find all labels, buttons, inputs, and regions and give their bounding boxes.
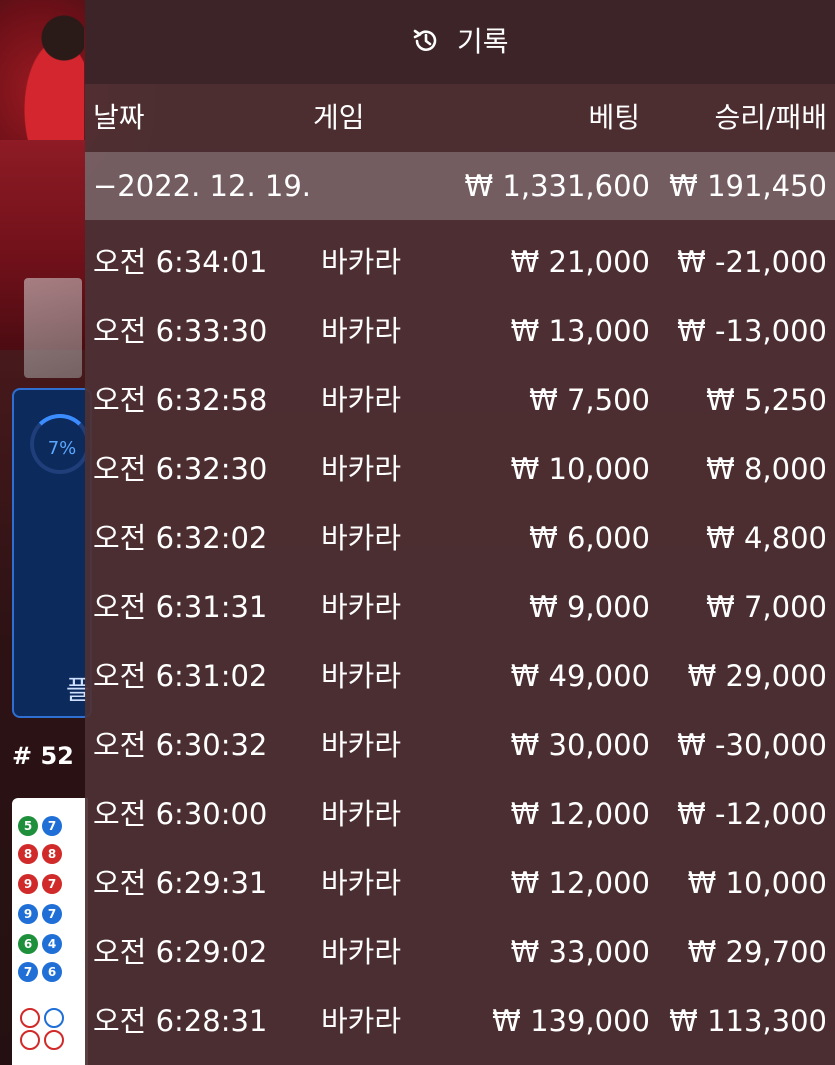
row-result: ₩ -21,000 <box>677 245 827 279</box>
road-cell: 5 <box>18 816 38 836</box>
history-list: 오전 6:34:01 바카라 ₩ 21,000 ₩ -21,000 오전 6:3… <box>85 228 835 1056</box>
row-time: 오전 6:34:01 <box>93 245 268 279</box>
row-time: 오전 6:29:02 <box>93 935 268 969</box>
row-result: ₩ 29,000 <box>687 659 827 693</box>
history-row[interactable]: 오전 6:32:58 바카라 ₩ 7,500 ₩ 5,250 <box>85 366 835 435</box>
row-bet: ₩ 7,500 <box>529 383 650 417</box>
panel-title: 기록 <box>457 25 509 58</box>
row-time: 오전 6:31:31 <box>93 590 268 624</box>
row-game: 바카라 <box>321 1004 402 1038</box>
panel-header: 기록 <box>85 0 835 84</box>
history-row[interactable]: 오전 6:30:32 바카라 ₩ 30,000 ₩ -30,000 <box>85 711 835 780</box>
row-game: 바카라 <box>321 866 402 900</box>
row-time: 오전 6:30:32 <box>93 728 268 762</box>
road-cell: 6 <box>18 934 38 954</box>
row-time: 오전 6:32:02 <box>93 521 268 555</box>
bet-timer-card[interactable]: 7% 플 <box>12 388 92 718</box>
date-group-label: −2022. 12. 19. <box>93 169 311 203</box>
date-group-total-bet: ₩ 1,331,600 <box>464 169 650 203</box>
road-cell: 7 <box>42 816 62 836</box>
date-group-total-result: ₩ 191,450 <box>669 169 827 203</box>
row-game: 바카라 <box>321 935 402 969</box>
column-header-date: 날짜 <box>93 101 145 134</box>
round-number: # 52 <box>12 742 74 770</box>
row-bet: ₩ 13,000 <box>510 314 650 348</box>
history-row[interactable]: 오전 6:29:02 바카라 ₩ 33,000 ₩ 29,700 <box>85 918 835 987</box>
row-game: 바카라 <box>321 245 402 279</box>
row-game: 바카라 <box>321 452 402 486</box>
row-time: 오전 6:28:31 <box>93 1004 268 1038</box>
column-headers: 날짜 게임 베팅 승리/패배 <box>85 84 835 152</box>
row-game: 바카라 <box>321 383 402 417</box>
column-header-result: 승리/패배 <box>714 101 827 134</box>
history-icon[interactable] <box>411 26 441 56</box>
row-bet: ₩ 33,000 <box>510 935 650 969</box>
road-ring <box>20 1008 40 1028</box>
row-bet: ₩ 30,000 <box>510 728 650 762</box>
history-row[interactable]: 오전 6:32:02 바카라 ₩ 6,000 ₩ 4,800 <box>85 504 835 573</box>
timer-percent: 7% <box>47 438 77 459</box>
row-time: 오전 6:33:30 <box>93 314 268 348</box>
row-game: 바카라 <box>321 797 402 831</box>
bead-road: 5 7 8 8 9 7 9 7 6 4 7 6 <box>12 798 88 1065</box>
row-bet: ₩ 139,000 <box>492 1004 650 1038</box>
road-cell: 7 <box>18 962 38 982</box>
card-shoe <box>24 278 82 378</box>
row-bet: ₩ 21,000 <box>510 245 650 279</box>
road-ring <box>44 1008 64 1028</box>
row-game: 바카라 <box>321 728 402 762</box>
row-result: ₩ 29,700 <box>687 935 827 969</box>
road-ring <box>20 1030 40 1050</box>
row-game: 바카라 <box>321 590 402 624</box>
road-ring <box>44 1030 64 1050</box>
row-result: ₩ -30,000 <box>677 728 827 762</box>
history-row[interactable]: 오전 6:31:31 바카라 ₩ 9,000 ₩ 7,000 <box>85 573 835 642</box>
history-row[interactable]: 오전 6:31:02 바카라 ₩ 49,000 ₩ 29,000 <box>85 642 835 711</box>
row-game: 바카라 <box>321 659 402 693</box>
dealer-video <box>4 0 84 150</box>
road-cell: 7 <box>42 874 62 894</box>
column-header-game: 게임 <box>313 101 365 134</box>
row-result: ₩ 113,300 <box>669 1004 827 1038</box>
history-panel: 기록 날짜 게임 베팅 승리/패배 −2022. 12. 19. ₩ 1,331… <box>85 0 835 1065</box>
history-row[interactable]: 오전 6:28:31 바카라 ₩ 139,000 ₩ 113,300 <box>85 987 835 1056</box>
row-game: 바카라 <box>321 521 402 555</box>
row-result: ₩ 7,000 <box>706 590 827 624</box>
date-group-row[interactable]: −2022. 12. 19. ₩ 1,331,600 ₩ 191,450 <box>85 152 835 220</box>
road-cell: 4 <box>42 934 62 954</box>
history-row[interactable]: 오전 6:34:01 바카라 ₩ 21,000 ₩ -21,000 <box>85 228 835 297</box>
road-cell: 9 <box>18 874 38 894</box>
row-game: 바카라 <box>321 314 402 348</box>
history-row[interactable]: 오전 6:30:00 바카라 ₩ 12,000 ₩ -12,000 <box>85 780 835 849</box>
row-time: 오전 6:32:30 <box>93 452 268 486</box>
row-bet: ₩ 9,000 <box>529 590 650 624</box>
road-cell: 9 <box>18 904 38 924</box>
row-time: 오전 6:29:31 <box>93 866 268 900</box>
history-row[interactable]: 오전 6:29:31 바카라 ₩ 12,000 ₩ 10,000 <box>85 849 835 918</box>
row-result: ₩ -13,000 <box>677 314 827 348</box>
row-result: ₩ 4,800 <box>706 521 827 555</box>
road-cell: 8 <box>42 844 62 864</box>
history-row[interactable]: 오전 6:32:30 바카라 ₩ 10,000 ₩ 8,000 <box>85 435 835 504</box>
row-time: 오전 6:32:58 <box>93 383 268 417</box>
road-cell: 6 <box>42 962 62 982</box>
row-result: ₩ 5,250 <box>706 383 827 417</box>
road-cell: 8 <box>18 844 38 864</box>
history-row[interactable]: 오전 6:33:30 바카라 ₩ 13,000 ₩ -13,000 <box>85 297 835 366</box>
row-bet: ₩ 12,000 <box>510 866 650 900</box>
row-time: 오전 6:31:02 <box>93 659 268 693</box>
row-bet: ₩ 12,000 <box>510 797 650 831</box>
row-result: ₩ 8,000 <box>706 452 827 486</box>
road-cell: 7 <box>42 904 62 924</box>
row-result: ₩ -12,000 <box>677 797 827 831</box>
row-bet: ₩ 10,000 <box>510 452 650 486</box>
row-bet: ₩ 49,000 <box>510 659 650 693</box>
row-result: ₩ 10,000 <box>687 866 827 900</box>
row-time: 오전 6:30:00 <box>93 797 268 831</box>
column-header-bet: 베팅 <box>588 101 640 134</box>
row-bet: ₩ 6,000 <box>529 521 650 555</box>
